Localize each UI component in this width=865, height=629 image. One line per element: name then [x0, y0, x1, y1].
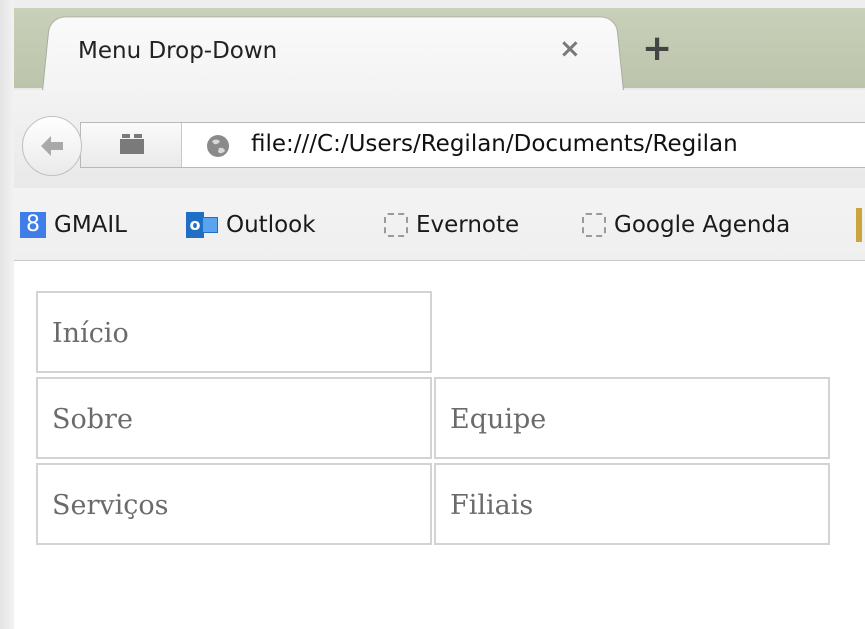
page-content: Início Sobre Equipe Serviços Filiais [14, 261, 865, 629]
back-arrow-icon [41, 136, 63, 156]
bookmark-label: Outlook [226, 212, 316, 238]
placeholder-page-icon [384, 213, 408, 237]
navigation-toolbar: file:///C:/Users/Regilan/Documents/Regil… [14, 90, 865, 188]
address-bar[interactable]: file:///C:/Users/Regilan/Documents/Regil… [80, 122, 865, 168]
bookmark-evernote[interactable]: Evernote [384, 210, 519, 240]
bookmark-outlook[interactable]: o Outlook [186, 210, 316, 240]
bookmark-label: Google Agenda [614, 212, 791, 238]
submenu-item-filiais[interactable]: Filiais [434, 463, 830, 545]
bookmarks-toolbar: 8 GMAIL o Outlook Evernote Google Agenda [14, 188, 865, 261]
url-text[interactable]: file:///C:/Users/Regilan/Documents/Regil… [251, 131, 738, 157]
browser-window: Menu Drop-Down × + file:///C:/Users/Regi… [14, 8, 865, 629]
globe-icon [207, 135, 229, 157]
placeholder-page-icon [582, 213, 606, 237]
back-button[interactable] [22, 116, 82, 176]
menu-item-inicio[interactable]: Início [36, 291, 432, 373]
bookmark-gmail[interactable]: 8 GMAIL [20, 210, 127, 240]
google-plus-icon: 8 [20, 212, 46, 238]
tab-strip: Menu Drop-Down × + [14, 8, 865, 92]
window-frame-left [0, 0, 14, 629]
bookmark-label: GMAIL [54, 212, 127, 238]
close-tab-icon[interactable]: × [559, 34, 581, 64]
bookmark-label: Evernote [416, 212, 520, 238]
submenu-item-equipe[interactable]: Equipe [434, 377, 830, 459]
tab-title[interactable]: Menu Drop-Down [78, 38, 277, 64]
outlook-icon: o [186, 212, 218, 238]
new-tab-button[interactable]: + [642, 28, 672, 69]
window-frame-top [0, 0, 865, 8]
envelope-icon [202, 217, 218, 233]
menu-item-servicos[interactable]: Serviços [36, 463, 432, 545]
menu-item-sobre[interactable]: Sobre [36, 377, 432, 459]
bookmark-overflow-icon [856, 208, 862, 242]
bookmark-google-agenda[interactable]: Google Agenda [582, 210, 790, 240]
tab-groups-icon [120, 134, 144, 154]
identity-box[interactable] [81, 123, 182, 167]
